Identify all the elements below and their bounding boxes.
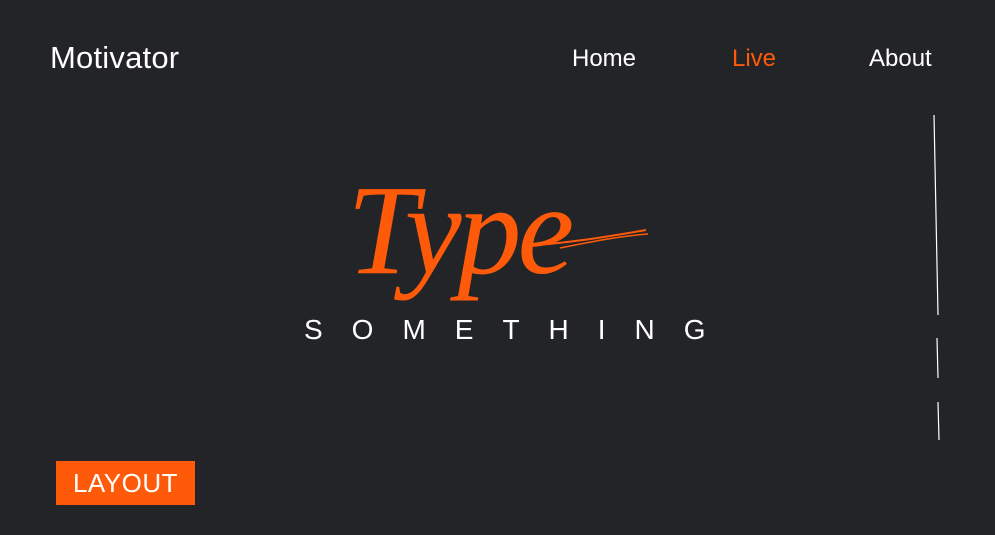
- layout-button[interactable]: LAYOUT: [56, 461, 195, 505]
- decorative-side-lines: [933, 114, 940, 441]
- hero-section: Type SOMETHING: [0, 0, 995, 535]
- title-flourish-decoration: [521, 229, 649, 249]
- hero-subtitle: SOMETHING: [304, 314, 735, 345]
